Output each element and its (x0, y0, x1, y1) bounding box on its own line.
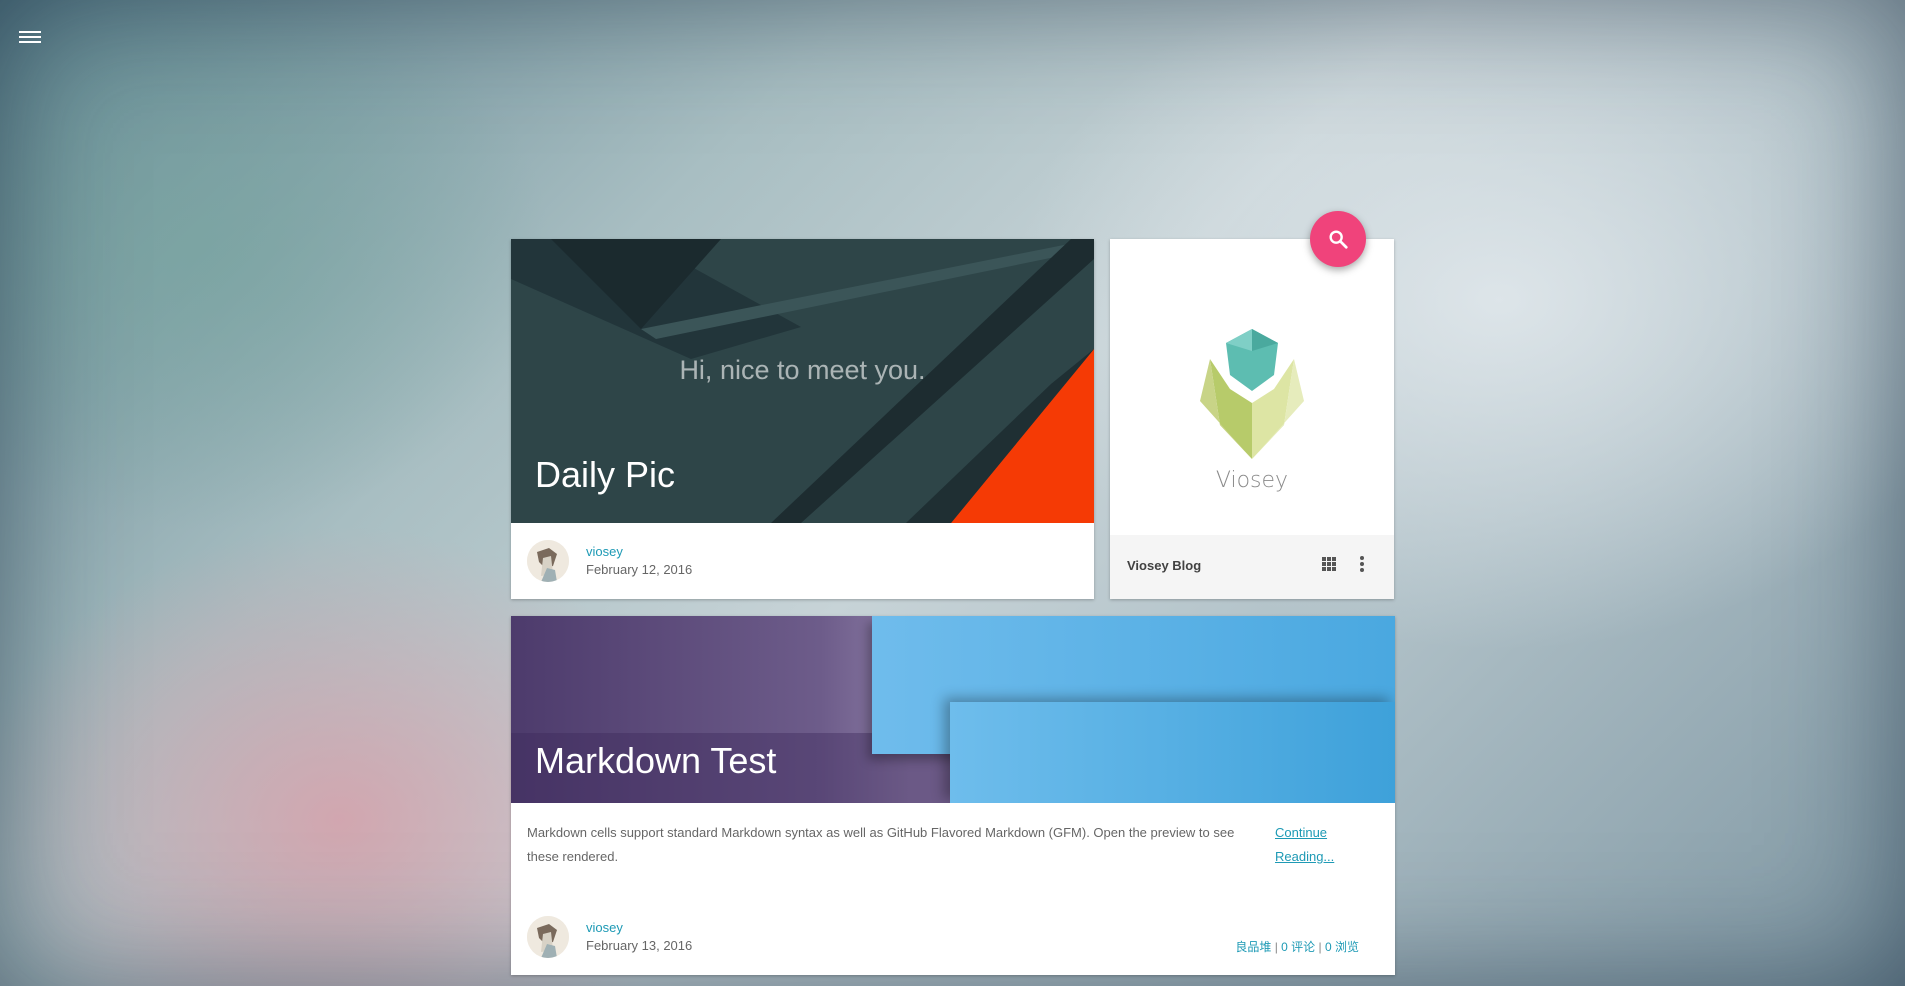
author-name-link[interactable]: viosey (586, 920, 623, 935)
daily-pic-author-row: viosey February 12, 2016 (511, 540, 1094, 599)
author-name-link[interactable]: viosey (586, 544, 623, 559)
markdown-post-title[interactable]: Markdown Test (535, 740, 776, 782)
hero-greeting: Hi, nice to meet you. (679, 355, 926, 385)
author-avatar[interactable] (527, 540, 569, 582)
post-date: February 13, 2016 (586, 938, 693, 953)
daily-pic-title[interactable]: Daily Pic (535, 454, 675, 496)
blog-logo: Viosey (1110, 239, 1394, 535)
category-link[interactable]: 良品堆 (1235, 940, 1271, 954)
markdown-post-card[interactable]: Markdown Test Markdown cells support sta… (511, 616, 1395, 975)
blog-name: Viosey Blog (1127, 558, 1202, 573)
more-vert-icon[interactable] (1358, 556, 1366, 576)
views-count: 0 浏览 (1324, 940, 1359, 954)
hamburger-menu-icon[interactable] (18, 29, 42, 49)
svg-text:Viosey: Viosey (1216, 468, 1288, 493)
comments-count[interactable]: 0 评论 (1281, 940, 1315, 954)
blog-info-card: Viosey Viosey Blog (1110, 239, 1394, 599)
markdown-author-row: viosey February 13, 2016 良品堆 | 0 评论 | 0 … (511, 916, 1395, 975)
apps-grid-icon[interactable] (1322, 557, 1340, 575)
search-button[interactable] (1310, 211, 1366, 267)
post-meta: 良品堆 | 0 评论 | 0 浏览 (1235, 940, 1359, 954)
author-avatar[interactable] (527, 916, 569, 958)
post-date: February 12, 2016 (586, 562, 693, 577)
continue-reading-link[interactable]: Continue Reading... (1275, 821, 1365, 869)
post-excerpt: Markdown cells support standard Markdown… (527, 825, 1235, 864)
daily-pic-card[interactable]: Hi, nice to meet you. Daily Pic viosey F… (511, 239, 1094, 599)
daily-pic-image[interactable]: Hi, nice to meet you. Daily Pic (511, 239, 1094, 523)
markdown-post-image[interactable]: Markdown Test (511, 616, 1395, 803)
blog-card-footer: Viosey Blog (1110, 535, 1394, 599)
search-icon (1329, 230, 1348, 249)
